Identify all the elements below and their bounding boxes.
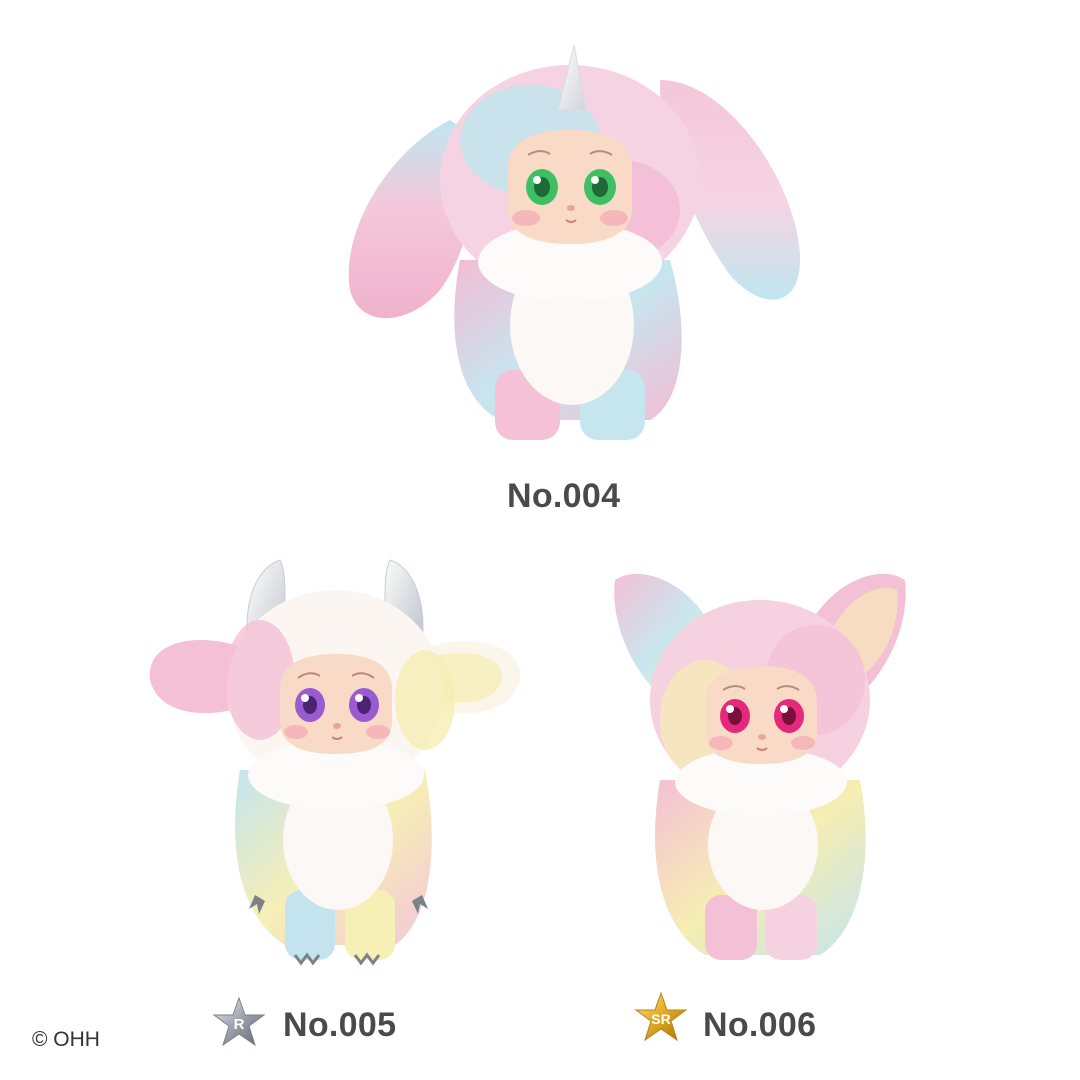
rarity-r-star-icon: R	[212, 996, 266, 1048]
figure-no-006-image	[605, 560, 915, 970]
figure-no-004-image	[330, 40, 810, 450]
rarity-r-text: R	[234, 1016, 245, 1033]
figure-no-005-image	[140, 550, 530, 970]
rarity-sr-star-icon: SR	[634, 991, 688, 1043]
copyright-notice: © OHH	[32, 1028, 100, 1051]
rarity-sr-text: SR	[651, 1011, 670, 1027]
figure-label-no-006: No.006	[703, 1006, 817, 1044]
figure-label-no-004: No.004	[507, 477, 621, 515]
figure-label-no-005: No.005	[283, 1006, 397, 1044]
